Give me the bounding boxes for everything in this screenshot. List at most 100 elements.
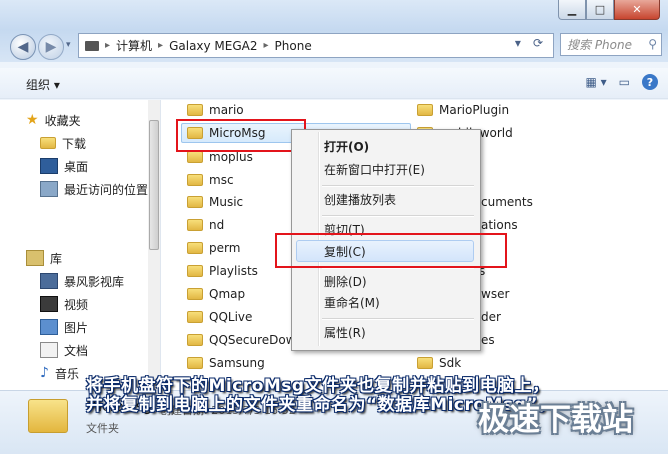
nav-pictures[interactable]: 图片 (40, 317, 88, 337)
breadcrumb-phone[interactable]: Phone (275, 39, 312, 53)
list-item[interactable]: Playlists (187, 261, 258, 281)
view-options-icon[interactable]: ▦ ▾ (585, 75, 606, 89)
maximize-button[interactable]: □ (586, 0, 614, 20)
folder-icon (187, 196, 203, 208)
nav-downloads[interactable]: 下载 (40, 133, 86, 153)
menu-separator (322, 318, 474, 320)
list-item[interactable]: nd (187, 215, 224, 235)
nav-documents[interactable]: 文档 (40, 340, 88, 360)
file-name: Sdk (439, 356, 462, 370)
file-name: Samsung (209, 356, 265, 370)
nav-label: 视频 (64, 297, 89, 312)
video-library-icon (40, 273, 58, 289)
close-button[interactable]: ✕ (614, 0, 660, 20)
folder-icon (187, 265, 203, 277)
download-folder-icon (40, 137, 56, 149)
refresh-icon[interactable]: ⟳ (533, 36, 543, 50)
nav-label: 桌面 (64, 159, 89, 174)
address-bar[interactable]: ▸ 计算机 ▸ Galaxy MEGA2 ▸ Phone ▾ ⟳ (78, 33, 554, 58)
list-item[interactable]: Qmap (187, 284, 245, 304)
nav-music[interactable]: ♪ 音乐 (40, 363, 79, 383)
folder-icon (187, 288, 203, 300)
menu-item-delete[interactable]: 删除(D) (324, 271, 367, 291)
nav-libraries[interactable]: 库 (26, 248, 62, 268)
breadcrumb-separator: ▸ (105, 40, 111, 51)
file-name: msc (209, 173, 234, 187)
menu-item-open-new-window[interactable]: 在新窗口中打开(E) (324, 159, 425, 179)
search-placeholder: 搜索 Phone (567, 38, 632, 52)
file-name: Playlists (209, 264, 258, 278)
nav-label: 文档 (64, 343, 89, 358)
list-item-partial[interactable]: cuments (481, 192, 533, 212)
list-item[interactable]: Samsung (187, 353, 265, 373)
list-item[interactable]: MarioPlugin (417, 100, 509, 120)
menu-item-create-playlist[interactable]: 创建播放列表 (324, 189, 396, 209)
breadcrumb-device[interactable]: Galaxy MEGA2 (169, 39, 257, 53)
command-bar: 组织 ▾ ▦ ▾ ▭ ? (0, 68, 668, 99)
folder-icon (187, 104, 203, 116)
list-item-partial[interactable]: wser (481, 284, 509, 304)
explorer-window: ▁ □ ✕ ◀ ▶ ▾ ▸ 计算机 ▸ Galaxy MEGA2 ▸ Phone… (0, 0, 668, 454)
address-actions: ▾ ⟳ (515, 36, 549, 50)
navigation-pane: ★ 收藏夹 下载 桌面 最近访问的位置 库 暴风影视库 视频 图片 文档 ♪ 音… (0, 100, 161, 390)
address-dropdown-icon[interactable]: ▾ (515, 36, 521, 50)
forward-arrow-icon: ▶ (45, 39, 57, 55)
help-icon[interactable]: ? (642, 74, 658, 90)
list-item[interactable]: QQSecureDow (187, 330, 296, 350)
list-item-partial[interactable]: der (481, 307, 501, 327)
breadcrumb-computer[interactable]: 计算机 (116, 37, 152, 54)
list-item-partial[interactable]: ations (481, 215, 518, 235)
breadcrumb-separator: ▸ (263, 40, 269, 51)
folder-icon (187, 174, 203, 186)
list-item[interactable]: perm (187, 238, 240, 258)
back-arrow-icon: ◀ (17, 39, 29, 55)
documents-icon (40, 342, 58, 358)
folder-icon (417, 104, 433, 116)
nav-label: 图片 (64, 320, 89, 335)
menu-item-rename[interactable]: 重命名(M) (324, 292, 380, 312)
nav-favorites[interactable]: ★ 收藏夹 (26, 110, 81, 130)
list-item[interactable]: Sdk (417, 353, 461, 373)
list-item[interactable]: Music (187, 192, 243, 212)
details-type: 文件夹 (86, 422, 119, 435)
forward-button[interactable]: ▶ (38, 34, 64, 60)
file-name: ations (481, 218, 518, 232)
toolbar-icons: ▦ ▾ ▭ ? (585, 74, 658, 90)
menu-item-properties[interactable]: 属性(R) (324, 322, 366, 342)
list-item-partial[interactable]: es (481, 330, 495, 350)
nav-label: 最近访问的位置 (64, 182, 149, 197)
annotation-highlight-copy (275, 233, 507, 268)
search-input[interactable]: 搜索 Phone ⚲ (560, 33, 662, 56)
history-dropdown-icon[interactable]: ▾ (66, 40, 71, 50)
nav-label: 库 (50, 251, 63, 266)
menu-separator (322, 215, 474, 217)
file-name: moplus (209, 150, 253, 164)
folder-icon (187, 311, 203, 323)
navigation-scrollbar[interactable] (148, 100, 160, 390)
file-name: MarioPlugin (439, 103, 510, 117)
minimize-button[interactable]: ▁ (558, 0, 586, 20)
computer-icon (85, 40, 99, 51)
site-watermark: 极速下载站 (478, 402, 633, 438)
library-icon (26, 250, 44, 266)
scrollbar-thumb[interactable] (149, 120, 159, 250)
file-name: QQSecureDow (209, 333, 296, 347)
preview-pane-icon[interactable]: ▭ (619, 75, 630, 89)
search-icon[interactable]: ⚲ (648, 37, 657, 51)
menu-item-open[interactable]: 打开(O) (324, 136, 369, 156)
nav-desktop[interactable]: 桌面 (40, 156, 88, 176)
file-name: QQLive (209, 310, 253, 324)
list-item[interactable]: msc (187, 170, 234, 190)
back-button[interactable]: ◀ (10, 34, 36, 60)
file-name: Music (209, 195, 244, 209)
nav-baofeng-library[interactable]: 暴风影视库 (40, 271, 124, 291)
list-item[interactable]: QQLive (187, 307, 252, 327)
organize-menu-button[interactable]: 组织 ▾ (26, 76, 60, 93)
nav-videos[interactable]: 视频 (40, 294, 88, 314)
nav-recent-places[interactable]: 最近访问的位置 (40, 179, 148, 199)
recent-places-icon (40, 181, 58, 197)
folder-icon (187, 151, 203, 163)
nav-label: 下载 (62, 136, 87, 151)
folder-icon (187, 242, 203, 254)
list-item[interactable]: mario (187, 100, 244, 120)
